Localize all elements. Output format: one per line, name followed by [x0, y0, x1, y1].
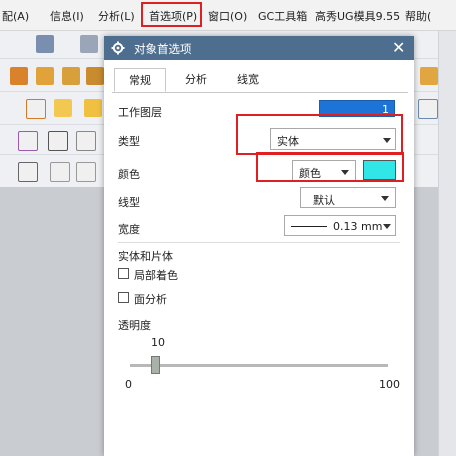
tool-icon[interactable] — [50, 162, 70, 182]
tab-strip: 常规 分析 线宽 — [112, 68, 408, 93]
object-preferences-dialog: 对象首选项 ✕ 常规 分析 线宽 工作图层 1 类型 实体 颜色 颜色 线型 默… — [104, 36, 414, 456]
right-panel-edge — [438, 31, 456, 456]
color-label: 颜色 — [118, 168, 140, 181]
width-select[interactable]: 0.13 mm — [284, 215, 396, 236]
tool-icon[interactable] — [76, 162, 96, 182]
dialog-title-bar[interactable]: 对象首选项 ✕ — [104, 36, 414, 60]
menu-item[interactable]: 分析(L) — [98, 8, 135, 24]
tool-icon[interactable] — [18, 162, 38, 182]
tab-analysis[interactable]: 分析 — [170, 68, 222, 91]
tool-icon[interactable] — [76, 131, 96, 151]
dialog-title: 对象首选项 — [134, 42, 192, 56]
tool-icon[interactable] — [80, 35, 98, 53]
face-analysis-label: 面分析 — [134, 293, 167, 306]
partial-shading-label: 局部着色 — [134, 269, 178, 282]
line-sample — [291, 226, 327, 227]
menu-item[interactable]: GC工具箱 — [258, 8, 307, 24]
tool-icon[interactable] — [84, 99, 102, 117]
menu-item[interactable]: 高秀UG模具9.55 — [315, 8, 400, 24]
menu-item[interactable]: 信息(I) — [50, 8, 84, 24]
preferences-menu-highlight — [141, 2, 202, 27]
partial-shading-checkbox[interactable] — [118, 268, 129, 279]
section-divider — [118, 242, 400, 243]
tool-icon[interactable] — [62, 67, 80, 85]
face-analysis-checkbox[interactable] — [118, 292, 129, 303]
tool-icon[interactable] — [48, 131, 68, 151]
color-highlight — [256, 152, 404, 182]
solid-sheet-heading: 实体和片体 — [118, 250, 173, 263]
type-highlight — [236, 114, 403, 155]
line-type-select[interactable]: 默认 — [300, 187, 396, 208]
tool-icon[interactable] — [420, 67, 438, 85]
tool-icon[interactable] — [36, 67, 54, 85]
menu-bar: 配(A) 信息(I) 分析(L) 首选项(P) 窗口(O) GC工具箱 高秀UG模具9.55… — [0, 0, 456, 31]
transparency-value: 10 — [151, 336, 165, 349]
menu-item[interactable]: 窗口(O) — [208, 8, 247, 24]
tool-icon[interactable] — [26, 99, 46, 119]
close-button[interactable]: ✕ — [392, 38, 405, 57]
menu-item[interactable]: 帮助( — [405, 8, 431, 24]
line-type-value: 默认 — [313, 194, 335, 207]
tool-icon[interactable] — [54, 99, 72, 117]
tab-general[interactable]: 常规 — [114, 68, 166, 92]
tool-icon[interactable] — [18, 131, 38, 151]
tool-icon[interactable] — [10, 67, 28, 85]
type-label: 类型 — [118, 135, 140, 148]
tool-icon[interactable] — [86, 67, 104, 85]
tool-icon[interactable] — [36, 35, 54, 53]
transparency-label: 透明度 — [118, 319, 151, 332]
gear-icon — [111, 41, 125, 55]
menu-item[interactable]: 配(A) — [2, 8, 29, 24]
chevron-down-icon — [383, 224, 391, 229]
chevron-down-icon — [381, 196, 389, 201]
slider-min-label: 0 — [125, 378, 132, 391]
transparency-slider-track[interactable] — [130, 364, 388, 367]
tab-line-width[interactable]: 线宽 — [222, 68, 274, 91]
tool-icon[interactable] — [418, 99, 438, 119]
width-label: 宽度 — [118, 223, 140, 236]
slider-max-label: 100 — [379, 378, 400, 391]
line-type-label: 线型 — [118, 196, 140, 209]
work-layer-label: 工作图层 — [118, 106, 162, 119]
width-value: 0.13 mm — [333, 220, 383, 233]
transparency-slider-handle[interactable] — [151, 356, 161, 374]
